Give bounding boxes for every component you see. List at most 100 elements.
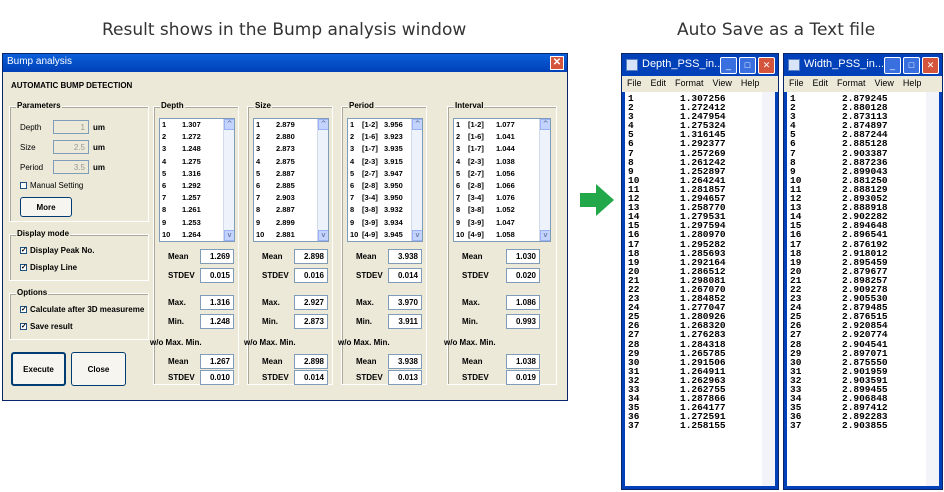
- scrollbar[interactable]: [762, 92, 775, 486]
- minimize-icon[interactable]: _: [884, 57, 901, 74]
- menu-item[interactable]: Edit: [813, 78, 829, 90]
- close-icon[interactable]: ✕: [758, 57, 775, 74]
- notepad-title: Depth_PSS_in...: [642, 58, 724, 70]
- arrow-right-icon: [580, 184, 614, 216]
- row-index: 6: [256, 180, 261, 190]
- row-value: 1.261: [182, 205, 201, 215]
- menu-item[interactable]: Help: [741, 78, 760, 90]
- maximize-icon[interactable]: □: [903, 57, 920, 74]
- scroll-down-icon[interactable]: v: [540, 230, 550, 241]
- menu-item[interactable]: File: [789, 78, 804, 90]
- scroll-up-icon[interactable]: ^: [318, 119, 328, 130]
- scroll-down-icon[interactable]: v: [412, 230, 422, 241]
- display-mode-group: Display mode ✓ Display Peak No. ✓ Display …: [9, 229, 149, 281]
- mean-value: 1.269: [200, 249, 234, 264]
- row-index: 7: [350, 193, 355, 203]
- wo-label: w/o Max. Min.: [444, 338, 496, 347]
- list-item[interactable]: 4 [2-3] 1.038: [454, 157, 550, 169]
- menu-item[interactable]: Format: [675, 78, 704, 90]
- line-value: 2.903855: [842, 420, 888, 432]
- menu-item[interactable]: View: [713, 78, 732, 90]
- list-item[interactable]: 1 [1-2] 1.077: [454, 120, 550, 132]
- scroll-up-icon[interactable]: ^: [540, 119, 550, 130]
- minimize-icon[interactable]: _: [720, 57, 737, 74]
- scrollbar[interactable]: ^ v: [411, 119, 422, 241]
- line-index: 8: [790, 156, 796, 168]
- column-group-2: Period 1 [1-2] 3.956 2 [1-6] 3.923 3 [1-7] 3.935 4…: [338, 101, 427, 385]
- max-label: Max.: [168, 298, 186, 307]
- display-peak-checkbox[interactable]: ✓ Display Peak No.: [20, 246, 94, 255]
- list-item[interactable]: 6 [2-8] 1.066: [454, 181, 550, 193]
- menu-bar: File Edit Format View Help: [622, 76, 778, 92]
- maximize-icon[interactable]: □: [739, 57, 756, 74]
- list-item[interactable]: 2 [1-6] 1.041: [454, 132, 550, 144]
- mean-label: Mean: [168, 252, 189, 261]
- manual-setting-checkbox[interactable]: Manual Setting: [20, 181, 83, 190]
- calculate-checkbox[interactable]: ✓ Calculate after 3D measureme: [20, 305, 144, 314]
- list-item[interactable]: 7 [3-4] 1.076: [454, 193, 550, 205]
- menu-item[interactable]: Format: [837, 78, 866, 90]
- row-value: 1.272: [182, 132, 201, 142]
- row-pair: [4-9]: [362, 229, 378, 239]
- row-value: 3.934: [384, 217, 403, 227]
- list-item[interactable]: 3 [1-7] 1.044: [454, 144, 550, 156]
- row-index: 3: [162, 144, 167, 154]
- row-pair: [4-9]: [468, 229, 484, 239]
- scrollbar[interactable]: ^ v: [223, 119, 234, 241]
- close-button[interactable]: Close: [71, 352, 126, 386]
- list-item[interactable]: 8 [3-8] 1.052: [454, 205, 550, 217]
- row-index: 1: [350, 120, 355, 129]
- menu-item[interactable]: Edit: [651, 78, 667, 90]
- scrollbar[interactable]: ^ v: [539, 119, 550, 241]
- size-input[interactable]: 2.5: [53, 140, 89, 154]
- menu-item[interactable]: View: [875, 78, 894, 90]
- row-value: 2.879: [276, 120, 295, 129]
- execute-button[interactable]: Execute: [11, 352, 66, 386]
- row-pair: [3-4]: [362, 193, 378, 203]
- column-label: Size: [254, 101, 273, 110]
- period-input[interactable]: 3.5: [53, 160, 89, 174]
- scroll-down-icon[interactable]: v: [318, 230, 328, 241]
- notepad-window: Depth_PSS_in... _ □ ✕ File Edit Format View Help…: [621, 53, 779, 490]
- scrollbar[interactable]: ^ v: [317, 119, 328, 241]
- depth-input[interactable]: 1: [53, 120, 89, 134]
- row-value: 1.041: [496, 132, 515, 142]
- more-button[interactable]: More: [20, 197, 72, 217]
- values-list[interactable]: 1 2.879 2 2.880 3 2.873 4 2.875 5 2.887 6 2.885 7 2.9…: [253, 118, 329, 242]
- list-item[interactable]: 9 [3-9] 1.047: [454, 218, 550, 230]
- close-icon[interactable]: ✕: [550, 56, 564, 70]
- column-label: Depth: [160, 101, 185, 110]
- row-value: 2.887: [276, 168, 295, 178]
- depth-label: Depth: [20, 123, 42, 132]
- scroll-up-icon[interactable]: ^: [224, 119, 234, 130]
- text-area[interactable]: 1 1.307256 2 1.272412 3 1.247954 4 1.275324 5 1.3…: [625, 92, 775, 486]
- scroll-down-icon[interactable]: v: [224, 230, 234, 241]
- values-list[interactable]: 1 [1-2] 3.956 2 [1-6] 3.923 3 [1-7] 3.935 4 [2-3] 3…: [347, 118, 423, 242]
- text-area[interactable]: 1 2.879245 2 2.880128 3 2.873113 4 2.874897 5 2.8…: [787, 92, 939, 486]
- wo-stdev-label: STDEV: [262, 373, 289, 382]
- display-line-checkbox[interactable]: ✓ Display Line: [20, 263, 77, 272]
- scrollbar[interactable]: [926, 92, 939, 486]
- line-value: 1.258155: [680, 420, 726, 432]
- row-value: 2.881: [276, 229, 295, 239]
- max-value: 3.970: [388, 295, 422, 310]
- row-index: 9: [456, 217, 461, 227]
- line-index: 37: [790, 420, 802, 432]
- save-result-checkbox[interactable]: ✓ Save result: [20, 322, 73, 331]
- close-icon[interactable]: ✕: [922, 57, 939, 74]
- row-index: 7: [456, 193, 461, 203]
- column-label: Interval: [454, 101, 485, 110]
- scroll-up-icon[interactable]: ^: [412, 119, 422, 130]
- list-item[interactable]: 5 [2-7] 1.056: [454, 169, 550, 181]
- menu-item[interactable]: Help: [903, 78, 922, 90]
- wo-stdev-value: 0.010: [200, 370, 234, 385]
- check-icon: ✓: [20, 323, 27, 331]
- row-index: 2: [256, 132, 261, 142]
- values-list[interactable]: 1 1.307 2 1.272 3 1.248 4 1.275 5 1.316 6 1.292 7 1.2…: [159, 118, 235, 242]
- row-value: 3.950: [384, 193, 403, 203]
- values-list[interactable]: 1 [1-2] 1.077 2 [1-6] 1.041 3 [1-7] 1.044 4 [2-3] 1…: [453, 118, 551, 242]
- stdev-value: 0.016: [294, 268, 328, 283]
- list-item[interactable]: 10 [4-9] 1.058: [454, 229, 550, 241]
- row-index: 5: [162, 168, 167, 178]
- menu-item[interactable]: File: [627, 78, 642, 90]
